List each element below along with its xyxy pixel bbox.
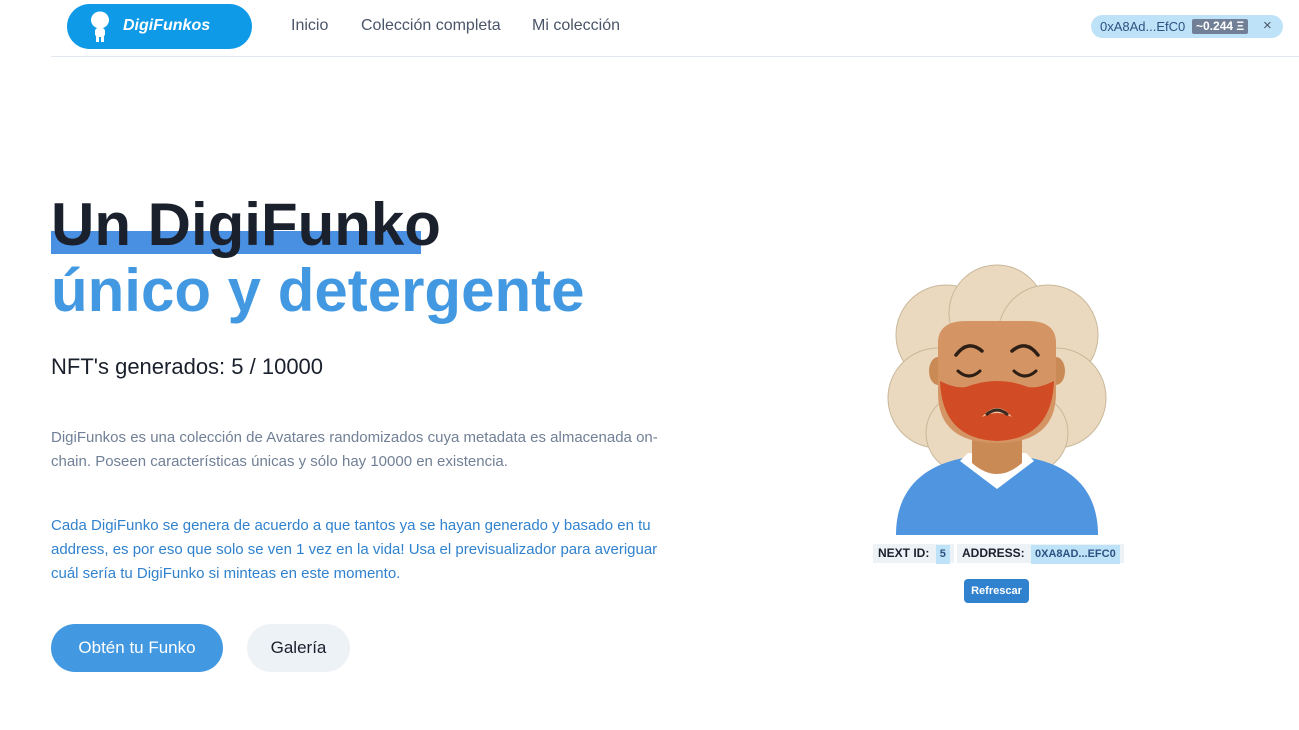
wallet-balance: ~0.244 Ξ: [1192, 19, 1249, 34]
nav-inicio[interactable]: Inicio: [291, 17, 328, 35]
wallet-badge[interactable]: 0xA8Ad...EfC0 ~0.244 Ξ ×: [1091, 15, 1283, 38]
hero-description: DigiFunkos es una colección de Avatares …: [51, 429, 658, 470]
hero-description-secondary: Cada DigiFunko se genera de acuerdo a qu…: [51, 517, 658, 582]
nav-coleccion-completa[interactable]: Colección completa: [361, 17, 501, 35]
next-id-badge: NEXT ID: 5: [873, 544, 954, 564]
address-label: ADDRESS:: [962, 546, 1025, 560]
address-value: 0XA8AD...EFC0: [1031, 545, 1120, 564]
refresh-button[interactable]: Refrescar: [964, 579, 1029, 603]
close-icon[interactable]: ×: [1263, 17, 1272, 34]
brand-name: DigiFunkos: [123, 17, 211, 34]
next-id-value: 5: [935, 545, 950, 564]
hero-title: Un DigiFunko: [51, 191, 441, 258]
gallery-button[interactable]: Galería: [247, 624, 350, 672]
minted-counter: NFT's generados: 5 / 10000: [51, 354, 324, 379]
nav-mi-coleccion[interactable]: Mi colección: [532, 17, 620, 35]
next-id-label: NEXT ID:: [878, 546, 930, 560]
brand-logo[interactable]: DigiFunkos: [67, 4, 252, 49]
wallet-address: 0xA8Ad...EfC0: [1100, 19, 1186, 34]
get-funko-button[interactable]: Obtén tu Funko: [51, 624, 223, 672]
avatar-image: [887, 264, 1107, 535]
hero-subtitle: único y detergente: [51, 257, 585, 324]
funko-icon: [91, 11, 109, 42]
top-navbar: DigiFunkos Inicio Colección completa Mi …: [51, 0, 1299, 57]
address-badge: ADDRESS: 0XA8AD...EFC0: [957, 544, 1124, 564]
